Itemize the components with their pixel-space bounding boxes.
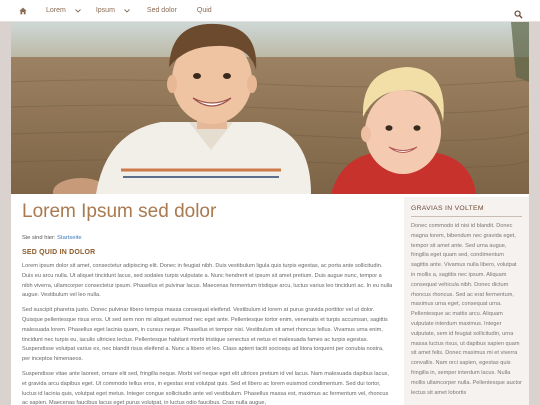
chevron-down-icon [123,7,131,15]
breadcrumb-link-home[interactable]: Startseite [57,235,82,241]
sidebar-title: GRAVIAS IN VOLTEM [411,204,522,217]
search-icon[interactable] [514,6,524,19]
nav-item-label: Lorem [46,7,66,14]
nav-item-label: Ipsum [95,7,115,14]
body-paragraph: Lorem ipsum dolor sit amet, consectetur … [22,263,393,299]
hero-photo [11,22,529,194]
nav-item-ipsum[interactable]: Ipsum [96,0,131,22]
hero-photo-illustration [11,22,529,194]
page-title: Lorem Ipsum sed dolor [22,201,217,222]
nav-item-lorem[interactable]: Lorem [46,0,82,22]
section-heading: SED QUID IN DOLOR [22,249,96,256]
breadcrumb-prefix: Sie sind hier: [22,235,56,241]
body-paragraph: Suspendisse vitae ante laoreet, ornare e… [22,370,389,405]
breadcrumb: Sie sind hier: Startseite [22,234,393,242]
sidebar: GRAVIAS IN VOLTEM Donec commodo id nisi … [404,197,529,405]
nav-item-label: Sed dolor [146,7,177,14]
nav-item-label: Quid [196,7,212,14]
top-navigation: Lorem Ipsum Sed dolor Quid [0,0,540,22]
chevron-down-icon [74,7,82,15]
page-margin-left [0,22,11,405]
page-margin-right [529,22,540,405]
home-icon[interactable] [14,0,32,22]
body-paragraph: Sed suscipit pharetra justo. Donec pulvi… [22,307,388,363]
sidebar-text: Donec commodo id nisi id blandit. Donec … [411,223,522,396]
page: Lorem Ipsum Sed dolor Quid Lorem Ipsum s… [0,0,540,405]
nav-item-sed-dolor[interactable]: Sed dolor [147,0,177,22]
nav-item-quid[interactable]: Quid [197,0,212,22]
main-content: Lorem Ipsum sed dolor Sie sind hier: Sta… [22,200,393,405]
